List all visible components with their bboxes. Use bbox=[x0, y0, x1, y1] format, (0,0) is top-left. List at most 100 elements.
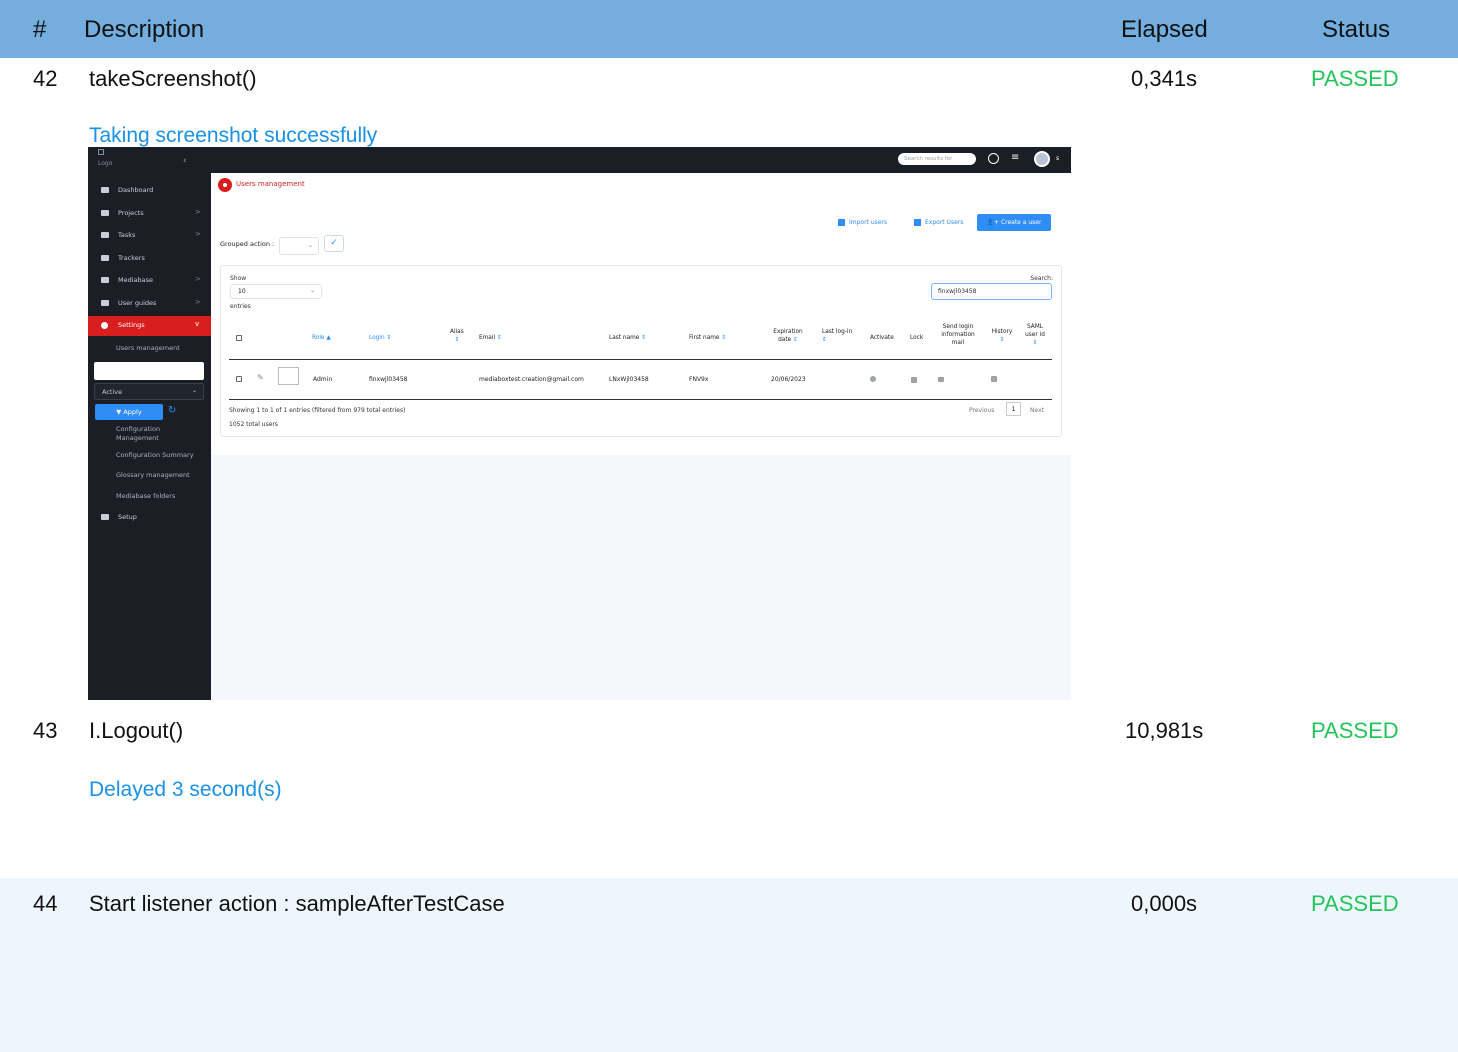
row-description: Start listener action : sampleAfterTestC… bbox=[89, 891, 505, 916]
create-user-button[interactable]: 👤+ Create a user bbox=[977, 214, 1051, 231]
apply-button[interactable]: ▼ Apply bbox=[95, 404, 163, 420]
col-send-login-mail[interactable]: Send login information mail bbox=[937, 323, 979, 347]
col-alias[interactable]: Alias ⇕ bbox=[450, 328, 464, 344]
sidebar-filter-input[interactable] bbox=[94, 362, 204, 380]
search-label: Search: bbox=[1030, 275, 1053, 282]
user-image-placeholder bbox=[278, 367, 299, 385]
row-status: PASSED bbox=[1311, 66, 1399, 91]
total-users: 1052 total users bbox=[229, 421, 279, 428]
report-header: # Description Elapsed Status bbox=[0, 0, 1458, 58]
sidebar-sub-configuration[interactable]: Configuration bbox=[116, 425, 160, 434]
page-length-select[interactable]: 10 ⌄ bbox=[230, 284, 322, 299]
select-all-checkbox[interactable] bbox=[236, 335, 242, 341]
tracker-icon bbox=[101, 255, 109, 261]
collapse-icon[interactable]: ‹ bbox=[183, 156, 187, 166]
folder-icon bbox=[101, 300, 109, 306]
list-icon bbox=[101, 232, 109, 238]
sidebar-sub-users-management[interactable]: Users management bbox=[116, 344, 180, 353]
row-num: 43 bbox=[33, 718, 58, 743]
users-table-card: Show 10 ⌄ entries Search: finxwjl03458 R… bbox=[220, 265, 1062, 437]
grouped-action-select[interactable]: ⌄ bbox=[279, 237, 319, 255]
menu-icon[interactable]: ≡ bbox=[1011, 152, 1019, 163]
row-description: I.Logout() bbox=[89, 718, 184, 743]
previous-button[interactable]: Previous bbox=[969, 407, 994, 414]
next-button[interactable]: Next bbox=[1030, 407, 1044, 414]
embedded-screenshot: Logo ‹ Dashboard Projects > Tasks > Trac… bbox=[88, 147, 1071, 700]
unlock-icon[interactable] bbox=[911, 377, 917, 383]
sidebar-sub-management[interactable]: Management bbox=[116, 434, 159, 443]
chevron-down-icon: v bbox=[195, 320, 200, 328]
row-elapsed: 0,341s bbox=[1131, 66, 1198, 91]
sidebar-status-select[interactable]: Active ⌄ bbox=[94, 383, 204, 400]
col-login[interactable]: Login ⇕ bbox=[369, 334, 391, 342]
refresh-icon[interactable]: ↻ bbox=[168, 405, 176, 416]
col-history[interactable]: History ⇕ bbox=[990, 328, 1014, 344]
settings-icon bbox=[101, 322, 108, 329]
sidebar-sub-mediabase-folders[interactable]: Mediabase folders bbox=[116, 492, 175, 501]
sidebar-item-projects[interactable]: Projects > bbox=[88, 204, 211, 224]
table-info: Showing 1 to 1 of 1 entries (filtered fr… bbox=[229, 407, 406, 414]
cell-login: finxwjl03458 bbox=[369, 376, 408, 383]
sidebar-item-user-guides[interactable]: User guides > bbox=[88, 294, 211, 314]
cell-last-name: LNxWjl03458 bbox=[609, 376, 649, 383]
chevron-right-icon: > bbox=[195, 230, 201, 238]
sidebar-item-dashboard[interactable]: Dashboard bbox=[88, 181, 211, 201]
cell-expiration: 20/06/2023 bbox=[771, 376, 806, 383]
col-last-login[interactable]: Last log-in ⇕ bbox=[822, 328, 854, 344]
col-last-name[interactable]: Last name ⇕ bbox=[609, 334, 646, 342]
sidebar-sub-glossary[interactable]: Glossary management bbox=[116, 471, 190, 480]
dashboard-icon bbox=[101, 187, 109, 193]
row-num: 44 bbox=[33, 891, 58, 916]
sidebar-item-settings[interactable]: Settings v bbox=[88, 316, 211, 336]
chevron-down-icon: ⌄ bbox=[307, 242, 313, 249]
sidebar-sub-configuration-summary[interactable]: Configuration Summary bbox=[116, 451, 194, 460]
col-status-header: Status bbox=[1322, 16, 1391, 43]
download-icon bbox=[914, 219, 921, 226]
col-activate[interactable]: Activate bbox=[870, 334, 894, 342]
edit-icon[interactable]: ✎ bbox=[257, 373, 264, 382]
col-description-header: Description bbox=[84, 16, 205, 43]
table-search-input[interactable]: finxwjl03458 bbox=[931, 283, 1052, 300]
logo: Logo bbox=[98, 160, 113, 167]
col-lock[interactable]: Lock bbox=[910, 334, 923, 342]
row-num: 42 bbox=[33, 66, 58, 91]
search-icon[interactable] bbox=[988, 153, 999, 164]
row-status: PASSED bbox=[1311, 718, 1399, 743]
col-email[interactable]: Email ⇕ bbox=[479, 334, 502, 342]
col-role[interactable]: Role ▲ bbox=[312, 334, 331, 342]
sidebar-item-setup[interactable]: Setup bbox=[88, 508, 211, 528]
page-title: Users management bbox=[236, 180, 305, 188]
row-note: Delayed 3 second(s) bbox=[89, 778, 282, 801]
sidebar-item-tasks[interactable]: Tasks > bbox=[88, 226, 211, 246]
cell-first-name: FNV9x bbox=[689, 376, 709, 383]
import-users-button[interactable]: Import users bbox=[838, 219, 887, 226]
global-search-input[interactable]: Search results for bbox=[898, 153, 976, 165]
mail-icon[interactable] bbox=[938, 377, 944, 382]
row-description: takeScreenshot() bbox=[89, 66, 257, 91]
history-icon[interactable] bbox=[991, 376, 997, 382]
avatar[interactable] bbox=[1034, 151, 1050, 167]
folder-open-icon bbox=[101, 210, 109, 216]
col-expiration-date[interactable]: Expiration date ⇕ bbox=[770, 328, 806, 344]
sidebar-item-trackers[interactable]: Trackers bbox=[88, 249, 211, 269]
row-note: Taking screenshot successfully bbox=[89, 124, 378, 147]
activate-check-icon[interactable] bbox=[870, 376, 876, 382]
chevron-down-icon: ⌄ bbox=[309, 287, 315, 294]
grouped-action-confirm-button[interactable]: ✓ bbox=[324, 235, 344, 252]
app-sidebar: Logo ‹ Dashboard Projects > Tasks > Trac… bbox=[88, 147, 211, 700]
chevron-right-icon: > bbox=[195, 208, 201, 216]
export-users-button[interactable]: Export Users bbox=[914, 219, 963, 226]
col-first-name[interactable]: First name ⇕ bbox=[689, 334, 726, 342]
row-checkbox[interactable] bbox=[236, 376, 242, 382]
user-name: s bbox=[1056, 155, 1060, 162]
col-elapsed-header: Elapsed bbox=[1121, 16, 1208, 43]
chevron-right-icon: > bbox=[195, 275, 201, 283]
col-saml-user-id[interactable]: SAML user id ⇕ bbox=[1025, 323, 1045, 347]
row-elapsed: 0,000s bbox=[1131, 891, 1198, 916]
upload-icon bbox=[838, 219, 845, 226]
sidebar-item-mediabase[interactable]: Mediabase > bbox=[88, 271, 211, 291]
page-1-button[interactable]: 1 bbox=[1006, 402, 1021, 416]
cell-email: mediaboxtest.creation@gmail.com bbox=[479, 376, 584, 383]
chevron-down-icon: ⌄ bbox=[191, 387, 197, 394]
show-label: Show bbox=[230, 275, 247, 282]
